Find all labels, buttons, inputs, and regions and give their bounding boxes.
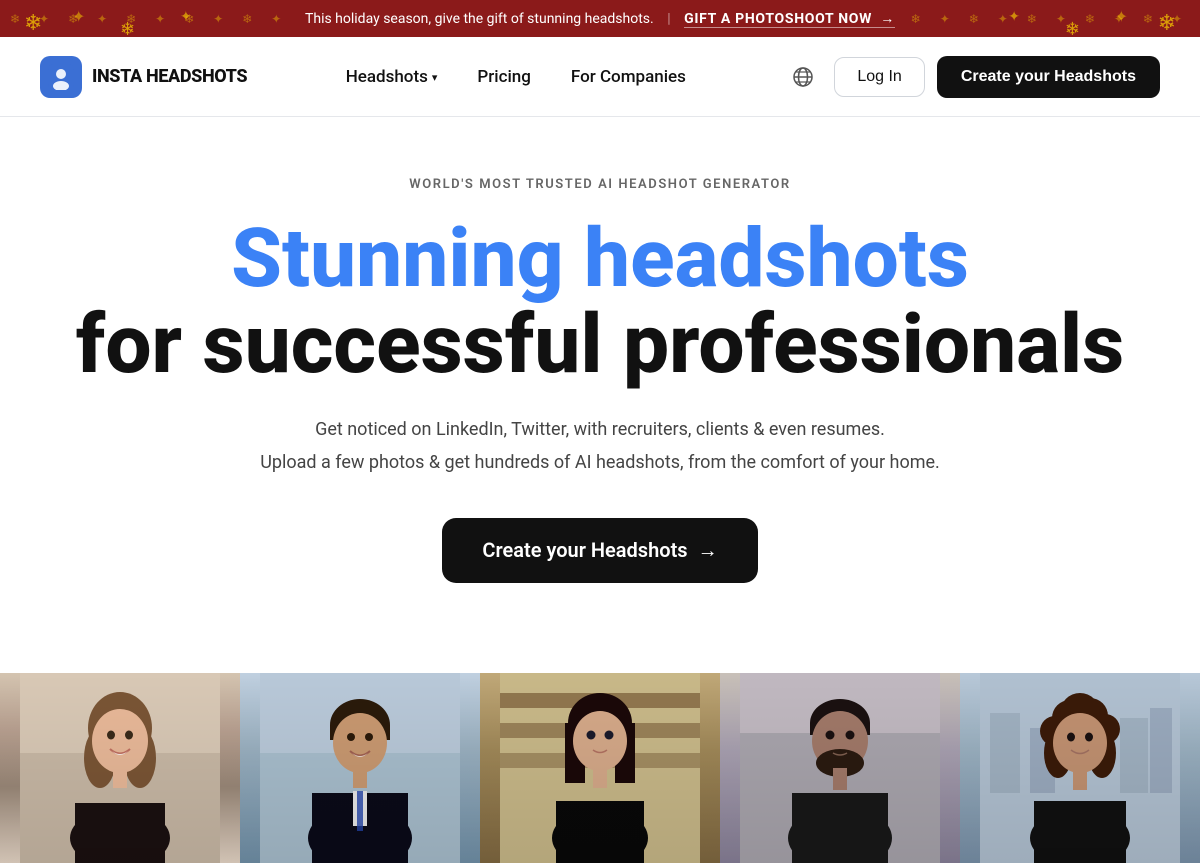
hero-cta-arrow-icon: →: [698, 538, 718, 563]
snowflake-icon: ❄: [24, 11, 42, 36]
banner-separator: |: [667, 11, 670, 27]
hero-description-line1: Get noticed on LinkedIn, Twitter, with r…: [40, 416, 1160, 445]
nav-links: Headshots ▾ Pricing For Companies: [330, 59, 702, 95]
photo-slot-1: [0, 673, 240, 863]
hero-description: Get noticed on LinkedIn, Twitter, with r…: [40, 416, 1160, 478]
nav-item-pricing[interactable]: Pricing: [461, 59, 547, 95]
nav-item-for-companies[interactable]: For Companies: [555, 59, 702, 95]
person-illustration-2: [240, 673, 480, 863]
banner-arrow-icon: →: [880, 11, 895, 27]
snowflake-icon: ❄: [1158, 11, 1176, 36]
photo-slot-2: [240, 673, 480, 863]
gift-photoshoot-link[interactable]: GIFT A PHOTOSHOOT NOW →: [684, 11, 895, 28]
star-icon: ✦: [1115, 7, 1128, 26]
nav-actions: Log In Create your Headshots: [784, 56, 1160, 98]
snowflake-icon: ❄: [120, 19, 135, 38]
star-icon: ✦: [1008, 9, 1020, 25]
logo-link[interactable]: INSTA HEADSHOTS: [40, 56, 247, 98]
photo-slot-4: [720, 673, 960, 863]
hero-cta-button[interactable]: Create your Headshots →: [442, 518, 757, 583]
hero-title-line2: for successful professionals: [40, 302, 1160, 388]
globe-icon: [792, 66, 814, 88]
photo-slot-5: [960, 673, 1200, 863]
logo-text: INSTA HEADSHOTS: [92, 66, 247, 87]
photo-slot-3: [480, 673, 720, 863]
star-icon: ✦: [72, 7, 85, 26]
hero-section: WORLD'S MOST TRUSTED AI HEADSHOT GENERAT…: [0, 117, 1200, 623]
person-illustration-1: [0, 673, 240, 863]
navbar: INSTA HEADSHOTS Headshots ▾ Pricing For …: [0, 37, 1200, 117]
chevron-down-icon: ▾: [432, 71, 438, 84]
nav-item-headshots[interactable]: Headshots ▾: [330, 59, 454, 95]
login-button[interactable]: Log In: [834, 57, 924, 97]
navbar-cta-button[interactable]: Create your Headshots: [937, 56, 1160, 98]
person-illustration-4: [720, 673, 960, 863]
logo-icon: [40, 56, 82, 98]
hero-subtitle: WORLD'S MOST TRUSTED AI HEADSHOT GENERAT…: [40, 177, 1160, 192]
banner-text: This holiday season, give the gift of st…: [305, 11, 654, 27]
hero-description-line2: Upload a few photos & get hundreds of AI…: [40, 449, 1160, 478]
snowflake-icon: ❄: [1065, 19, 1080, 38]
hero-cta-label: Create your Headshots: [482, 538, 687, 562]
person-illustration-3: [480, 673, 720, 863]
hero-title: Stunning headshots for successful profes…: [40, 216, 1160, 388]
star-icon: ✦: [180, 9, 192, 25]
hero-title-line1: Stunning headshots: [40, 216, 1160, 302]
photos-row: [0, 673, 1200, 863]
language-selector-button[interactable]: [784, 58, 822, 96]
holiday-banner: ❄ ✦ ❄ ✦ ❄ ✦ ❄ ✦ This holiday season, giv…: [0, 0, 1200, 37]
person-illustration-5: [960, 673, 1200, 863]
